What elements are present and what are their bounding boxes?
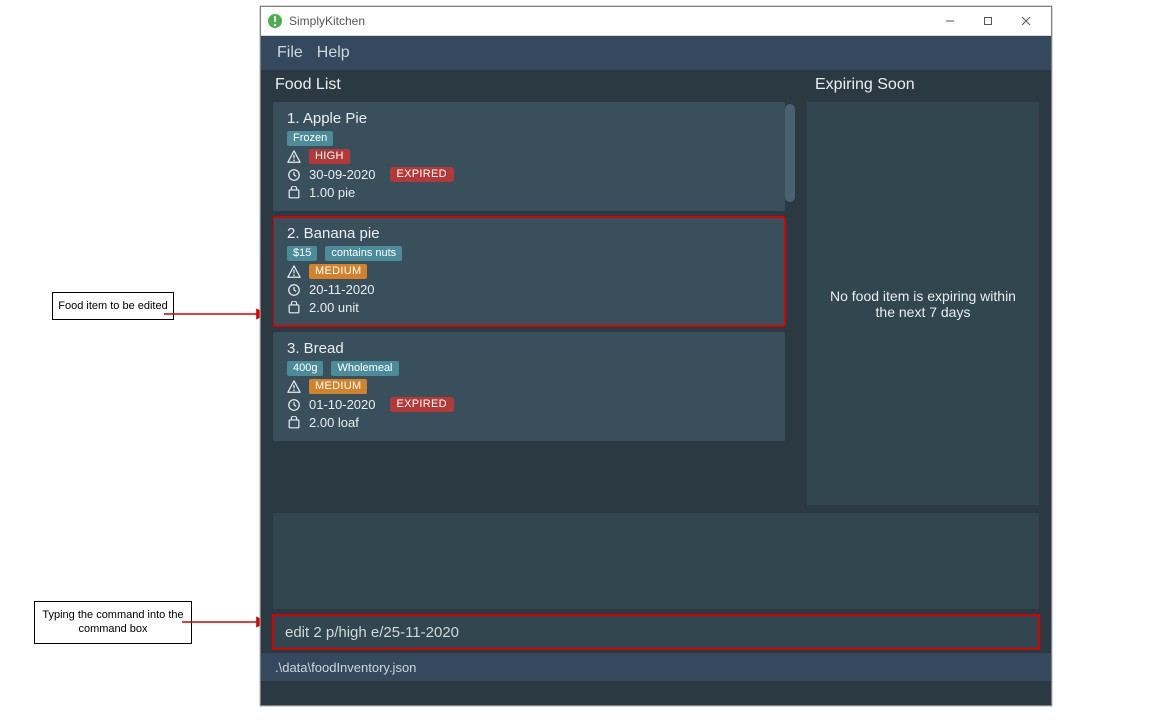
result-display [273,513,1039,609]
titlebar: SimplyKitchen [261,7,1051,36]
food-card[interactable]: 2. Banana pie $15 contains nuts MEDIUM 20-11… [273,217,785,326]
callout-command: Typing the command into the command box [34,601,192,644]
warning-icon [287,150,301,164]
food-qty-row: 2.00 unit [287,300,771,315]
priority-badge: MEDIUM [309,264,367,279]
status-badge: EXPIRED [390,167,454,182]
food-card-title: 1. Apple Pie [287,110,771,127]
lower-area: .\data\foodInventory.json [261,511,1051,705]
food-card-title: 3. Bread [287,340,771,357]
window-buttons [931,7,1045,35]
app-window: SimplyKitchen File Help Fo [260,6,1052,706]
food-priority-row: MEDIUM [287,264,771,279]
status-bar: .\data\foodInventory.json [261,653,1051,681]
content-area: Food List 1. Apple Pie Frozen HIGH 30-09-20… [261,70,1051,511]
food-tag: Wholemeal [331,361,398,376]
menu-help[interactable]: Help [317,44,350,62]
food-tags-row: 400g Wholemeal [287,361,771,376]
food-priority-row: HIGH [287,149,771,164]
command-input[interactable] [283,623,1029,642]
food-tags-row: $15 contains nuts [287,246,771,261]
clock-icon [287,398,301,412]
food-list-column: Food List 1. Apple Pie Frozen HIGH 30-09-20… [261,70,801,511]
menubar: File Help [261,36,1051,70]
callout-edit: Food item to be edited [52,292,174,320]
food-priority-row: MEDIUM [287,379,771,394]
status-badge: EXPIRED [390,397,454,412]
expiring-header: Expiring Soon [801,70,1051,102]
food-date: 01-10-2020 [309,397,376,412]
food-tag: $15 [287,246,317,261]
warning-icon [287,380,301,394]
command-box[interactable] [273,615,1039,649]
food-list: 1. Apple Pie Frozen HIGH 30-09-2020 EXPIRED 1… [273,102,795,505]
food-date-row: 20-11-2020 [287,282,771,297]
food-qty-row: 1.00 pie [287,185,771,200]
food-qty: 1.00 pie [309,185,355,200]
window-title: SimplyKitchen [289,14,925,28]
maximize-button[interactable] [969,7,1007,35]
warning-icon [287,265,301,279]
food-qty: 2.00 unit [309,300,359,315]
status-path: .\data\foodInventory.json [275,660,416,675]
clock-icon [287,168,301,182]
food-tags-row: Frozen [287,131,771,146]
priority-badge: HIGH [309,149,350,164]
expiring-column: Expiring Soon No food item is expiring w… [801,70,1051,511]
food-tag: Frozen [287,131,333,146]
food-qty: 2.00 loaf [309,415,359,430]
quantity-icon [287,416,301,430]
food-qty-row: 2.00 loaf [287,415,771,430]
menu-file[interactable]: File [277,44,303,62]
minimize-button[interactable] [931,7,969,35]
food-date: 30-09-2020 [309,167,376,182]
food-list-scrollbar[interactable] [785,104,795,202]
food-card-title: 2. Banana pie [287,225,771,242]
food-list-header: Food List [261,70,801,102]
food-date-row: 01-10-2020 EXPIRED [287,397,771,412]
food-card[interactable]: 1. Apple Pie Frozen HIGH 30-09-2020 EXPIRED 1… [273,102,785,211]
close-button[interactable] [1007,7,1045,35]
food-tag: 400g [287,361,323,376]
clock-icon [287,283,301,297]
stage: Food item to be edited Typing the comman… [0,0,1150,728]
food-date-row: 30-09-2020 EXPIRED [287,167,771,182]
food-card[interactable]: 3. Bread 400g Wholemeal MEDIUM 01-10-2020 EXP… [273,332,785,441]
arrow-to-food-item [164,306,274,322]
expiring-empty-message: No food item is expiring within the next… [807,102,1039,505]
priority-badge: MEDIUM [309,379,367,394]
food-date: 20-11-2020 [309,282,375,297]
quantity-icon [287,186,301,200]
food-tag: contains nuts [325,246,402,261]
app-icon [267,13,283,29]
quantity-icon [287,301,301,315]
